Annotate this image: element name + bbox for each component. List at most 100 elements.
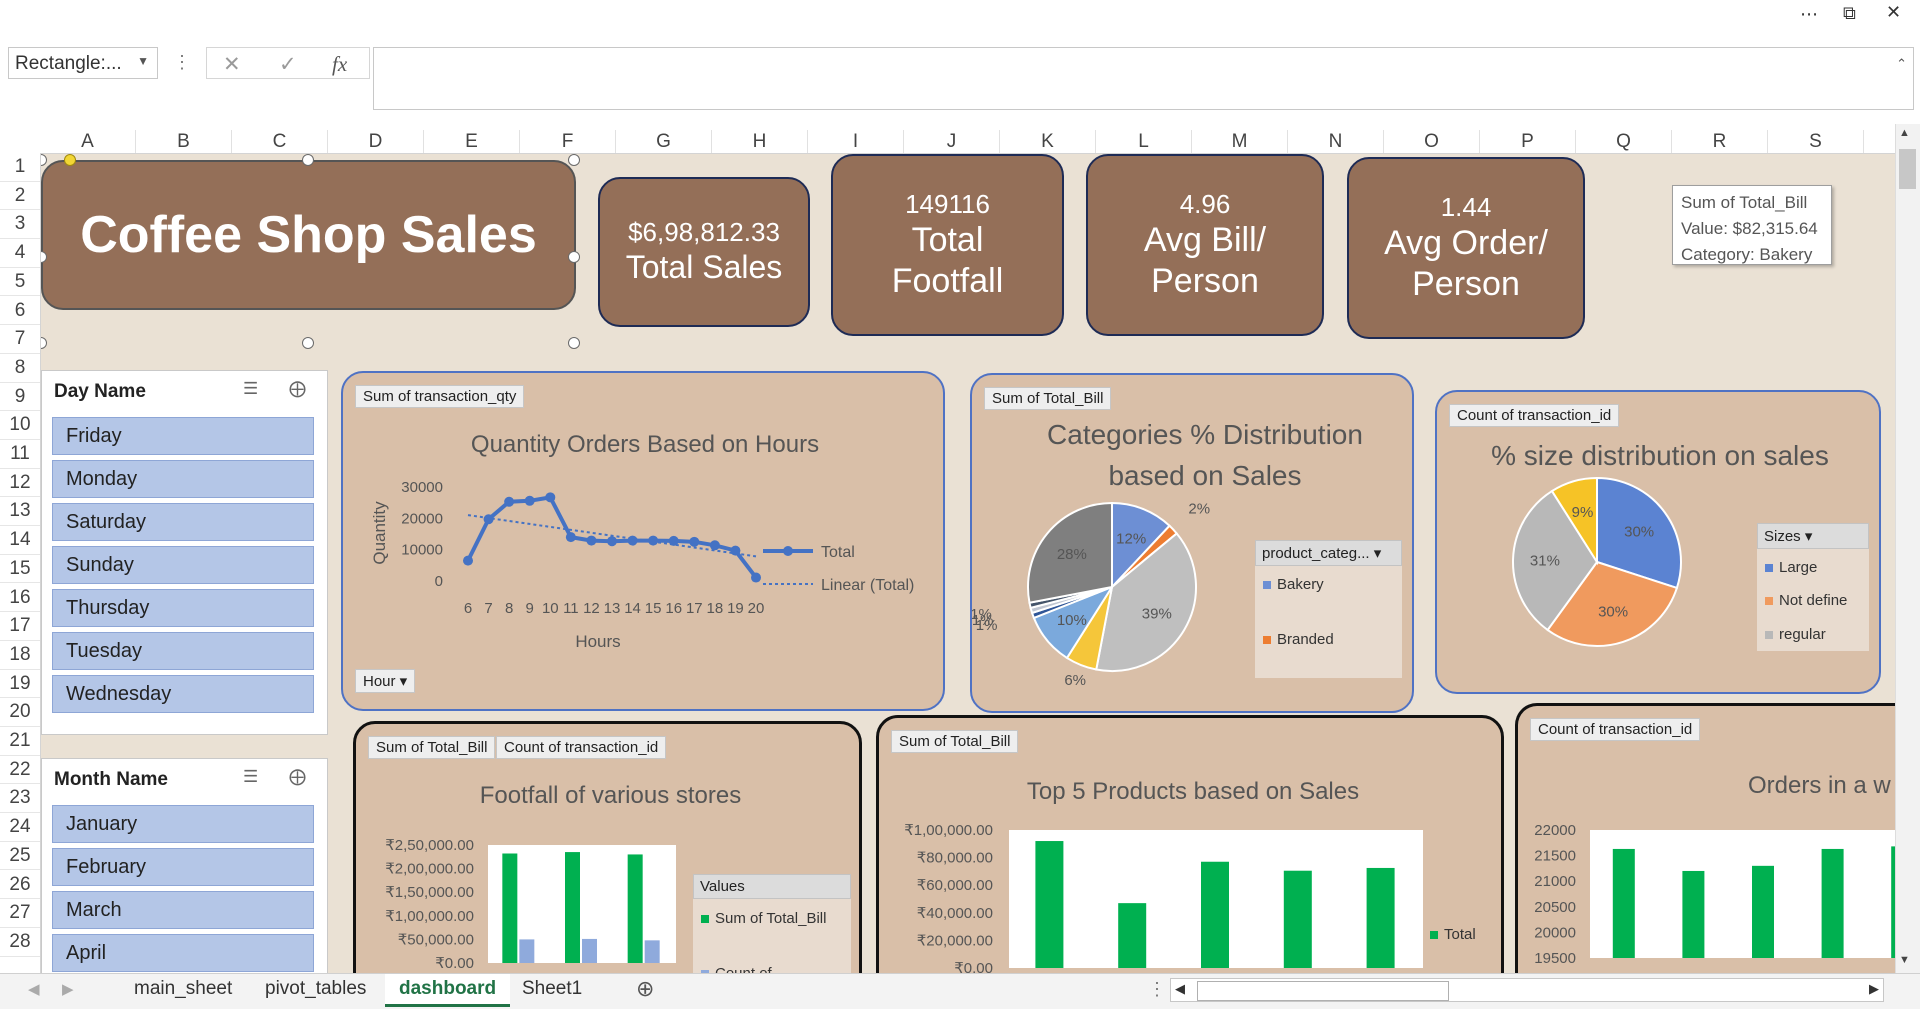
select-all-button[interactable] (0, 130, 40, 153)
row-header[interactable]: 26 (0, 871, 40, 900)
row-header[interactable]: 9 (0, 383, 40, 412)
row-header[interactable]: 12 (0, 469, 40, 498)
row-header[interactable]: 19 (0, 670, 40, 699)
row-header[interactable]: 17 (0, 612, 40, 641)
close-icon[interactable]: ✕ (1886, 2, 1901, 23)
row-header[interactable]: 27 (0, 899, 40, 928)
column-header[interactable]: I (808, 130, 904, 153)
row-header[interactable]: 1 (0, 153, 40, 182)
formula-bar-grip-icon[interactable]: ⋮ (173, 52, 191, 73)
row-header[interactable]: 21 (0, 727, 40, 756)
vertical-scrollbar[interactable]: ▲ ▼ (1895, 124, 1920, 973)
row-header[interactable]: 15 (0, 555, 40, 584)
insert-function-icon[interactable]: fx (332, 52, 347, 77)
column-header[interactable]: O (1384, 130, 1480, 153)
multi-select-icon[interactable]: ☰ (243, 767, 258, 787)
chart-categories-distribution[interactable]: Sum of Total_Bill Categories % Distribut… (970, 373, 1414, 713)
row-header[interactable]: 20 (0, 698, 40, 727)
chart-top-products[interactable]: Sum of Total_Bill Top 5 Products based o… (876, 715, 1504, 973)
resize-handle[interactable] (302, 154, 314, 166)
name-box[interactable]: Rectangle:... ▼ (8, 47, 158, 79)
resize-handle[interactable] (41, 337, 47, 349)
legend-filter-button[interactable]: Sizes ▾ (1757, 523, 1869, 549)
slicer-item[interactable]: Sunday (52, 546, 314, 584)
row-header[interactable]: 6 (0, 297, 40, 326)
chevron-down-icon[interactable]: ▼ (137, 54, 149, 68)
column-header[interactable]: H (712, 130, 808, 153)
row-header[interactable]: 8 (0, 354, 40, 383)
slicer-month-name[interactable]: Month Name ☰ ⨁ January February March April (41, 758, 328, 973)
resize-handle[interactable] (302, 337, 314, 349)
row-header[interactable]: 18 (0, 641, 40, 670)
scroll-left-icon[interactable]: ◀ (1175, 981, 1185, 997)
row-header[interactable]: 28 (0, 928, 40, 957)
row-header[interactable]: 2 (0, 182, 40, 211)
row-header[interactable]: 3 (0, 210, 40, 240)
more-options-icon[interactable]: ⋯ (1800, 4, 1818, 25)
resize-handle[interactable] (568, 337, 580, 349)
column-header[interactable]: K (1000, 130, 1096, 153)
column-header[interactable]: J (904, 130, 1000, 153)
row-header[interactable]: 25 (0, 842, 40, 871)
column-header[interactable]: B (136, 130, 232, 153)
collapse-formula-icon[interactable]: ⌃ (1896, 56, 1907, 72)
resize-handle[interactable] (41, 154, 47, 166)
row-header[interactable]: 16 (0, 584, 40, 613)
clear-filter-icon[interactable]: ⨁ (289, 767, 306, 787)
row-header[interactable]: 22 (0, 756, 40, 785)
row-header[interactable]: 11 (0, 440, 40, 469)
row-header[interactable]: 10 (0, 411, 40, 440)
column-header[interactable]: A (40, 130, 136, 153)
row-header[interactable]: 5 (0, 268, 40, 297)
slicer-item[interactable]: April (52, 934, 314, 972)
cancel-icon[interactable]: ✕ (223, 52, 241, 77)
column-header[interactable]: R (1672, 130, 1768, 153)
column-header[interactable]: S (1768, 130, 1864, 153)
column-header[interactable]: G (616, 130, 712, 153)
column-header[interactable]: N (1288, 130, 1384, 153)
row-header[interactable]: 24 (0, 813, 40, 842)
slicer-item[interactable]: Friday (52, 417, 314, 455)
prev-sheet-icon[interactable]: ◀ (28, 980, 40, 998)
next-sheet-icon[interactable]: ▶ (62, 980, 74, 998)
column-header[interactable]: F (520, 130, 616, 153)
row-header[interactable]: 7 (0, 325, 40, 354)
axis-field-button[interactable]: Hour ▾ (355, 669, 416, 693)
column-header[interactable]: Q (1576, 130, 1672, 153)
slicer-item[interactable]: Saturday (52, 503, 314, 541)
chart-quantity-by-hour[interactable]: Sum of transaction_qty Quantity Orders B… (341, 371, 945, 711)
scroll-thumb[interactable] (1899, 149, 1916, 189)
tab-main-sheet[interactable]: main_sheet (120, 974, 246, 1007)
tab-pivot-tables[interactable]: pivot_tables (251, 974, 380, 1007)
row-header[interactable]: 14 (0, 526, 40, 555)
enter-icon[interactable]: ✓ (279, 52, 297, 77)
slicer-item[interactable]: March (52, 891, 314, 929)
row-header[interactable]: 13 (0, 497, 40, 527)
clear-filter-icon[interactable]: ⨁ (289, 379, 306, 399)
slicer-item[interactable]: Wednesday (52, 675, 314, 713)
slicer-item[interactable]: January (52, 805, 314, 843)
row-header[interactable]: 23 (0, 784, 40, 814)
slicer-item[interactable]: Tuesday (52, 632, 314, 670)
tab-sheet1[interactable]: Sheet1 (508, 974, 596, 1007)
tab-splitter-icon[interactable]: ⋮ (1148, 979, 1166, 1000)
column-header[interactable]: M (1192, 130, 1288, 153)
horizontal-scrollbar[interactable]: ◀ ▶ (1170, 978, 1884, 1002)
slicer-item[interactable]: Thursday (52, 589, 314, 627)
add-sheet-icon[interactable]: ⊕ (636, 976, 654, 1002)
column-header[interactable]: E (424, 130, 520, 153)
column-header[interactable]: C (232, 130, 328, 153)
chart-size-distribution[interactable]: Count of transaction_id % size distribut… (1435, 390, 1881, 694)
column-header[interactable]: P (1480, 130, 1576, 153)
dashboard-sheet[interactable]: Coffee Shop Sales $6,98,812.33 Total Sal… (41, 154, 1895, 973)
chart-orders-week[interactable]: Count of transaction_id Orders in a w 19… (1515, 703, 1895, 973)
slicer-item[interactable]: February (52, 848, 314, 886)
resize-handle[interactable] (568, 251, 580, 263)
slicer-day-name[interactable]: Day Name ☰ ⨁ Friday Monday Saturday Sunday T… (41, 370, 328, 735)
formula-input[interactable]: ⌃ (373, 47, 1914, 110)
resize-handle[interactable] (568, 154, 580, 166)
restore-icon[interactable]: ⧉ (1843, 3, 1856, 24)
chart-store-footfall[interactable]: Sum of Total_Bill Count of transaction_i… (353, 721, 862, 973)
slicer-item[interactable]: Monday (52, 460, 314, 498)
scroll-down-icon[interactable]: ▼ (1899, 954, 1910, 966)
